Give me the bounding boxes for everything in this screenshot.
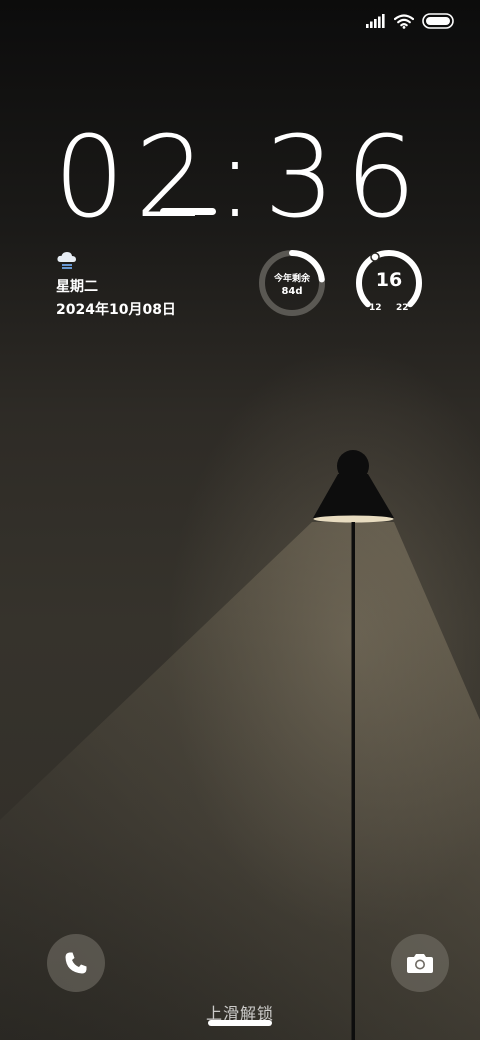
phone-icon — [65, 952, 87, 974]
camera-icon — [407, 954, 433, 973]
camera-shortcut-button[interactable] — [391, 934, 449, 992]
floor-lamp-illustration — [313, 450, 394, 1040]
phone-shortcut-button[interactable] — [47, 934, 105, 992]
lock-screen: 02:36 星期二 2024年10月08日 今年剩余 84d 16 12 22 — [0, 0, 480, 1040]
home-indicator-bar[interactable] — [208, 1020, 272, 1026]
